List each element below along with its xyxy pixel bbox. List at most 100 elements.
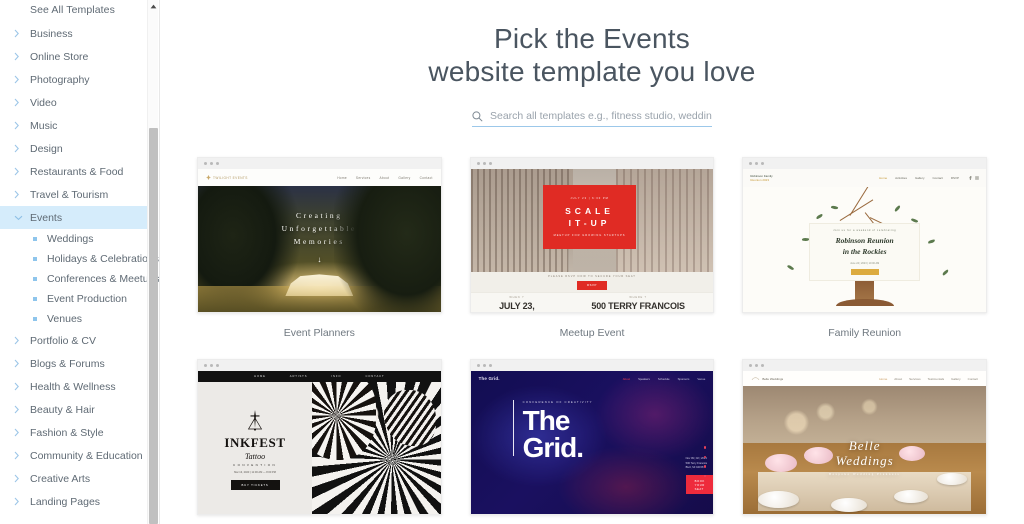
template-card-event-planners[interactable]: TWILIGHT EVENTS Home Services About Gall… [197,157,442,313]
browser-chrome-bar [743,360,986,371]
search-bar[interactable] [472,110,712,127]
chevron-right-icon [14,428,26,437]
preview-navbar: TWILIGHT EVENTS Home Services About Gall… [198,169,441,186]
sidebar-item-events[interactable]: Events [0,206,148,229]
sidebar-item-label: Landing Pages [30,495,101,508]
sidebar-item-creative-arts[interactable]: Creative Arts [0,467,148,490]
window-dot-icon [755,162,759,165]
book-seat-button: BOOK YOUR SEAT [685,475,714,494]
tree-leaf [786,263,795,271]
invite-title-line-2: in the Rockies [842,246,887,256]
sidebar-item-landing-pages[interactable]: Landing Pages [0,490,148,513]
window-dot-icon [749,364,753,367]
sidebar-item-fashion-style[interactable]: Fashion & Style [0,421,148,444]
sidebar-item-online-store[interactable]: Online Store [0,45,148,68]
hero-tent-shape [285,274,354,297]
search-input[interactable] [490,110,712,122]
vertical-rule [512,400,514,456]
chevron-right-icon [14,144,26,153]
template-card-belle-weddings[interactable]: Belle Weddings Home About Services Testi… [742,359,987,515]
preview-nav-link: Services [909,376,921,381]
sidebar-subitem-weddings[interactable]: Weddings [0,229,148,249]
category-sidebar: See All Templates Business Online Store … [0,0,160,524]
sidebar-subitem-conferences-meetups[interactable]: Conferences & Meetups [0,269,159,289]
preview-nav-link: INFO [331,375,342,378]
scrollbar-thumb[interactable] [149,128,158,524]
window-dot-icon [204,162,207,165]
slide-dot-icon [703,446,707,449]
preview-nav-links: About Speakers Schedule Sponsors Venue [623,377,706,381]
sidebar-item-label: Blogs & Forums [30,357,105,370]
sidebar-item-label: Health & Wellness [30,380,116,393]
template-cell: Robinson Family Reunion 2023 Home Activi… [742,157,987,359]
wreath-icon [752,377,760,381]
badge-title-line-2: IT-UP [568,218,611,229]
template-card-tattoo-convention[interactable]: HOME ARTISTS INFO CONTACT INKFEST Tattoo… [197,359,442,515]
window-dot-icon [482,364,486,367]
sidebar-subitem-label: Venues [47,313,83,325]
bullet-icon [33,257,37,261]
sidebar-item-music[interactable]: Music [0,114,148,137]
template-cell: The Grid. About Speakers Schedule Sponso… [469,359,715,524]
invite-title: Robinson Reunion in the Rockies [836,235,894,257]
preview-nav-link: Contact [967,376,978,381]
sidebar-subitem-event-production[interactable]: Event Production [0,289,148,309]
sidebar-item-portfolio-cv[interactable]: Portfolio & CV [0,329,148,352]
preview-nav-link: Speakers [638,376,650,381]
sidebar-item-video[interactable]: Video [0,91,148,114]
template-preview: TWILIGHT EVENTS Home Services About Gall… [198,169,441,312]
preview-social-icons [969,176,979,180]
preview-logo: The Grid. [478,376,500,381]
tree-leaf [942,269,950,276]
preview-invite-card: Join us for a weekend of celebrating Rob… [808,222,921,281]
sidebar-item-photography[interactable]: Photography [0,68,148,91]
preview-nav-link: Venue [697,376,706,381]
hero-title: Belle Weddings Bespoke Wedding Planners [743,438,986,476]
event-date: Mar 13, 2023 | 11:00 AM — 8:00 PM [234,470,276,474]
preview-hero-image: Belle Weddings Bespoke Wedding Planners [743,386,986,514]
template-card-meetup-event[interactable]: JULY 23 | 6:30 PM SCALE IT-UP MEETUP FOR… [469,157,715,313]
preview-nav-link: About [379,175,390,180]
brand-subtitle: Tattoo [244,451,266,461]
template-card-the-grid[interactable]: The Grid. About Speakers Schedule Sponso… [469,359,715,515]
badge-title: SCALE IT-UP [565,205,614,229]
preview-logo: Robinson Family Reunion 2023 [750,174,772,183]
sidebar-item-health-wellness[interactable]: Health & Wellness [0,375,148,398]
preview-logo-text: TWILIGHT EVENTS [213,175,248,180]
info-column-when: WHEN ? JULY 23, [499,296,535,311]
chevron-right-icon [14,190,26,199]
chevron-right-icon [14,75,26,84]
sidebar-item-blogs-forums[interactable]: Blogs & Forums [0,352,148,375]
preview-nav-link: Schedule [657,376,670,381]
sidebar-item-label: Community & Education [30,449,143,462]
chevron-down-icon [14,215,26,221]
chevron-right-icon [14,405,26,414]
sidebar-item-business[interactable]: Business [0,22,148,45]
chevron-right-icon [14,52,26,61]
page-header: Pick the Events website template you lov… [160,0,1024,127]
brand-title: INKFEST [224,434,286,450]
scroll-up-arrow-icon[interactable] [148,0,159,12]
preview-nav-links: Home Services About Gallery Contact [337,176,432,180]
sidebar-subitem-venues[interactable]: Venues [0,309,148,329]
preview-brand-block: INKFEST Tattoo CONVENTION Mar 13, 2023 |… [198,382,312,514]
chevron-right-icon [14,359,26,368]
sidebar-item-design[interactable]: Design [0,137,148,160]
sidebar-item-travel-tourism[interactable]: Travel & Tourism [0,183,148,206]
see-all-templates-link[interactable]: See All Templates [0,0,148,22]
sidebar-item-beauty-hair[interactable]: Beauty & Hair [0,398,148,421]
template-card-family-reunion[interactable]: Robinson Family Reunion 2023 Home Activi… [742,157,987,313]
sidebar-item-restaurants-food[interactable]: Restaurants & Food [0,160,148,183]
preview-logo: Belle Weddings [751,376,783,381]
template-cell: TWILIGHT EVENTS Home Services About Gall… [197,157,442,359]
brand-tagline: CONVENTION [233,462,278,467]
hero-text-block: CONFERENCE OF CREATIVITY The Grid. [523,400,593,462]
sidebar-item-label: Beauty & Hair [30,403,95,416]
preview-navbar: The Grid. About Speakers Schedule Sponso… [471,371,714,386]
sidebar-scrollbar[interactable] [147,0,158,524]
sidebar-subitem-holidays-celebrations[interactable]: Holidays & Celebrations [0,249,159,269]
preview-navbar: Belle Weddings Home About Services Testi… [743,371,986,386]
slide-dot-icon [703,465,707,468]
sidebar-item-community-education[interactable]: Community & Education [0,444,148,467]
window-dot-icon [216,162,219,165]
